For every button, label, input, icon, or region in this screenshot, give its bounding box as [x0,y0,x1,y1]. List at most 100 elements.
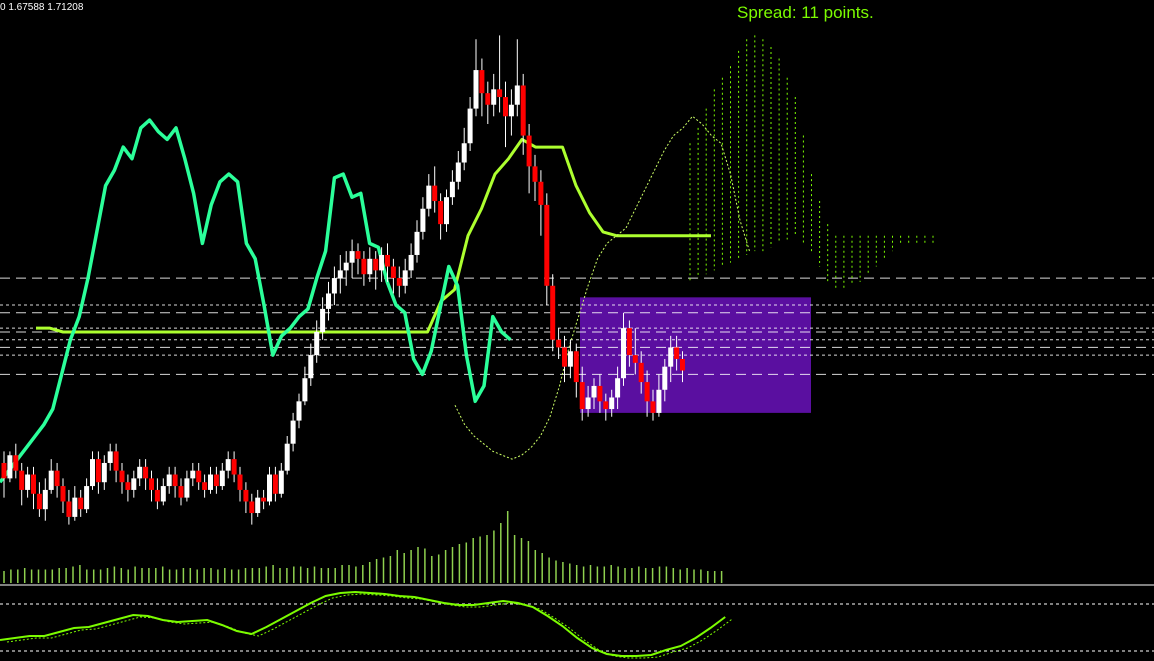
candle-body [467,108,473,144]
volume-bars [0,511,1154,586]
candle-body [632,355,638,363]
candle-body [650,401,656,413]
candle-body [408,254,414,271]
oscillator-line [0,590,726,657]
candle-body [603,401,609,410]
candle-body [119,470,125,483]
candle-body [662,366,668,390]
candle-body [225,459,231,471]
candle-body [72,497,78,517]
candle-body [550,285,556,340]
candle-body [31,474,36,494]
candle-body [1,462,7,479]
candle-body [314,332,320,356]
tenkan-line [0,118,512,484]
candle-body [219,470,225,487]
candle-body [107,451,113,463]
candle-body [137,466,143,479]
price-chart[interactable] [0,0,1154,661]
candle-body [343,262,349,271]
candle-body [349,251,355,263]
candle-body [432,185,438,202]
candle-body [243,489,249,502]
candle-body [13,455,19,471]
candle-body [19,470,25,490]
candle-body [526,135,532,167]
candle-body [172,474,178,487]
candle-body [208,474,213,490]
candle-body [644,382,650,402]
candle-body [249,501,255,514]
candle-body [131,478,137,490]
candle-body [149,478,154,490]
candle-body [113,451,119,471]
candle-body [497,89,503,98]
candle-body [66,501,72,517]
candle-body [538,181,544,205]
candle-body [302,378,308,402]
candle-body [308,355,314,379]
candle-body [48,470,54,490]
candle-body [449,181,455,198]
candle-body [213,474,219,487]
candle-body [420,208,426,232]
candle-body [166,474,172,487]
oscillator-pane [0,590,1154,659]
candle-body [438,201,444,225]
candle-body [261,497,267,502]
candle-body [95,459,101,483]
candle-body [573,351,579,383]
candle-body [591,385,597,398]
candle-body [255,497,261,514]
candle-body [567,351,573,367]
candle-body [473,70,479,109]
candle-body [585,397,591,410]
candle-body [278,470,284,494]
candle-body [326,293,331,309]
candle-body [444,197,449,225]
candle-body [143,466,149,479]
candle-body [272,474,278,494]
candle-body [556,339,562,348]
candle-body [184,478,190,498]
candle-body [337,270,343,279]
candle-body [355,251,361,259]
candle-body [154,489,160,502]
candle-body [544,204,550,286]
candle-body [7,455,13,479]
candle-body [231,459,237,475]
candle-body [190,470,196,479]
candle-body [514,85,520,105]
candle-body [284,443,290,471]
candle-body [385,254,390,267]
candle-body [532,166,538,182]
candle-body [597,385,603,402]
candle-body [396,278,402,286]
candle-body [390,266,396,279]
candle-body [36,493,42,510]
candle-body [196,470,202,483]
candle-body [426,185,432,209]
candle-body [656,389,662,413]
candle-body [402,270,408,286]
candle-body [125,482,131,490]
candle-body [455,162,461,182]
candle-body [178,486,184,498]
candle-body [491,89,497,105]
candle-body [609,397,615,410]
candle-body [84,486,90,510]
candle-body [54,470,60,487]
candle-body [237,474,243,490]
candle-body [367,258,373,275]
candle-body [579,382,585,410]
candle-body [520,85,526,136]
candle-body [90,459,95,487]
candle-body [414,231,420,255]
candle-body [78,497,84,510]
candle-body [680,358,685,371]
candle-body [621,328,626,379]
candle-body [60,486,66,502]
candle-body [290,420,296,444]
candle-body [25,474,31,490]
ichimoku-cloud [689,35,934,290]
